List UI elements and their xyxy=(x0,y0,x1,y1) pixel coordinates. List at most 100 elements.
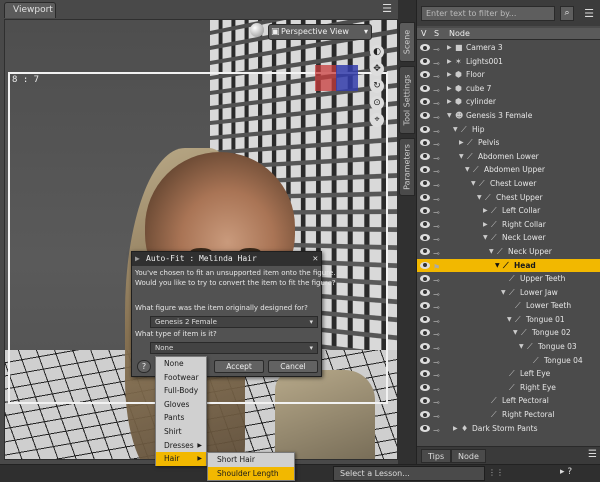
frame-icon[interactable]: ⌖ xyxy=(370,113,384,127)
expand-toggle-icon[interactable]: ▼ xyxy=(519,340,524,354)
menu-item-shirt[interactable]: Shirt xyxy=(156,425,206,439)
tree-row[interactable]: ⊸ ▶ ♦ Dark Storm Pants xyxy=(417,422,600,436)
menu-item-footwear[interactable]: Footwear xyxy=(156,371,206,385)
visibility-eye-icon[interactable] xyxy=(420,302,430,309)
visibility-eye-icon[interactable] xyxy=(420,357,430,364)
expand-toggle-icon[interactable]: ▶ xyxy=(453,422,458,436)
expand-toggle-icon[interactable]: ▼ xyxy=(501,286,506,300)
column-node[interactable]: Node xyxy=(449,28,470,39)
expand-toggle-icon[interactable]: ▼ xyxy=(477,191,482,205)
pane-menu-icon[interactable]: ☰ xyxy=(581,6,597,21)
visibility-eye-icon[interactable] xyxy=(420,194,430,201)
expand-toggle-icon[interactable]: ▼ xyxy=(459,150,464,164)
play-icon[interactable]: ▸ xyxy=(560,467,565,477)
tree-row[interactable]: ⊸ ▶ ⬢ cube 7 xyxy=(417,82,600,96)
viewport-menu-icon[interactable]: ☰ xyxy=(380,2,394,16)
visibility-eye-icon[interactable] xyxy=(420,98,430,105)
visibility-eye-icon[interactable] xyxy=(420,343,430,350)
tree-row[interactable]: ⊸ ▶ ⟋ Right Collar xyxy=(417,218,600,232)
visibility-eye-icon[interactable] xyxy=(420,329,430,336)
expand-toggle-icon[interactable]: ▼ xyxy=(453,123,458,137)
help-button[interactable]: ? xyxy=(137,360,151,373)
expand-toggle-icon[interactable]: ▼ xyxy=(447,109,452,123)
search-icon[interactable]: ⌕ xyxy=(560,6,574,21)
expand-toggle-icon[interactable]: ▶ xyxy=(483,218,488,232)
tree-row[interactable]: ⊸ ▶ ⬢ Floor xyxy=(417,68,600,82)
lesson-select[interactable]: Select a Lesson... xyxy=(333,466,485,481)
visibility-eye-icon[interactable] xyxy=(420,166,430,173)
tree-row[interactable]: ⊸ ⟋ Right Pectoral xyxy=(417,408,600,422)
selectable-icon[interactable]: ⊸ xyxy=(433,424,440,438)
help-icon[interactable]: ? xyxy=(567,467,572,477)
close-icon[interactable]: ✕ xyxy=(313,252,318,266)
visibility-eye-icon[interactable] xyxy=(420,370,430,377)
expand-toggle-icon[interactable]: ▶ xyxy=(447,68,452,82)
cancel-button[interactable]: Cancel xyxy=(268,360,318,373)
visibility-eye-icon[interactable] xyxy=(420,275,430,282)
visibility-eye-icon[interactable] xyxy=(420,207,430,214)
tree-row[interactable]: ⊸ ⟋ Left Eye xyxy=(417,367,600,381)
expand-toggle-icon[interactable]: ▼ xyxy=(489,245,494,259)
tree-row[interactable]: ⊸ ⟋ Left Pectoral xyxy=(417,394,600,408)
visibility-eye-icon[interactable] xyxy=(420,397,430,404)
expand-toggle-icon[interactable]: ▶ xyxy=(483,204,488,218)
tree-row[interactable]: ⊸ ⟋ Right Eye xyxy=(417,381,600,395)
visibility-eye-icon[interactable] xyxy=(420,112,430,119)
tree-row[interactable]: ⊸ ▼ ⟋ Neck Lower xyxy=(417,231,600,245)
tab-parameters[interactable]: Parameters xyxy=(399,138,415,196)
expand-toggle-icon[interactable]: ▼ xyxy=(471,177,476,191)
menu-item-pants[interactable]: Pants xyxy=(156,411,206,425)
tab-tips[interactable]: Tips xyxy=(421,449,451,463)
tree-row[interactable]: ⊸ ▼ ⟋ Abdomen Lower xyxy=(417,150,600,164)
tree-row[interactable]: ⊸ ▼ ⟋ Lower Jaw xyxy=(417,286,600,300)
dialog-title-bar[interactable]: ▶ Auto-Fit : Melinda Hair ✕ xyxy=(132,252,321,266)
tree-row[interactable]: ⊸ ▶ ■ Camera 3 xyxy=(417,41,600,55)
tree-row[interactable]: ⊸ ▶ ⟋ Pelvis xyxy=(417,136,600,150)
menu-item-none[interactable]: None xyxy=(156,357,206,371)
visibility-eye-icon[interactable] xyxy=(420,425,430,432)
visibility-eye-icon[interactable] xyxy=(420,44,430,51)
tab-scene[interactable]: Scene xyxy=(399,22,415,62)
tree-row[interactable]: ⊸ ▶ ✶ Lights001 xyxy=(417,55,600,69)
column-selectable[interactable]: S xyxy=(434,28,439,39)
figure-select[interactable]: Genesis 2 Female ▾ xyxy=(150,316,318,328)
menu-item-dresses[interactable]: Dresses ▶ xyxy=(156,439,206,453)
visibility-eye-icon[interactable] xyxy=(420,126,430,133)
visibility-eye-icon[interactable] xyxy=(420,384,430,391)
view-select[interactable]: ▣ Perspective View ▾ xyxy=(268,24,372,40)
expand-toggle-icon[interactable]: ▼ xyxy=(483,231,488,245)
orbit-icon[interactable]: ◐ xyxy=(370,45,384,59)
visibility-eye-icon[interactable] xyxy=(420,180,430,187)
tree-row[interactable]: ⊸ ▼ ⟋ Abdomen Upper xyxy=(417,163,600,177)
visibility-eye-icon[interactable] xyxy=(420,289,430,296)
visibility-eye-icon[interactable] xyxy=(420,411,430,418)
expand-toggle-icon[interactable]: ▶ xyxy=(447,41,452,55)
tree-row[interactable]: ⊸ ▼ ⟋ Chest Upper xyxy=(417,191,600,205)
menu-item-gloves[interactable]: Gloves xyxy=(156,398,206,412)
tree-row[interactable]: ⊸ ▼ ⟋ Tongue 02 xyxy=(417,326,600,340)
view-cube-red-face[interactable] xyxy=(315,65,337,91)
tree-row[interactable]: ⊸ ▼ ⟋ Neck Upper xyxy=(417,245,600,259)
roll-icon[interactable]: ↻ xyxy=(370,79,384,93)
tree-row[interactable]: ⊸ ▼ ⟋ Tongue 01 xyxy=(417,313,600,327)
tree-row[interactable]: ⊸ ▼ ☻ Genesis 3 Female xyxy=(417,109,600,123)
visibility-eye-icon[interactable] xyxy=(420,58,430,65)
draw-style-icon[interactable] xyxy=(250,23,264,37)
expand-toggle-icon[interactable]: ▼ xyxy=(507,313,512,327)
expand-toggle-icon[interactable]: ▼ xyxy=(495,259,500,273)
visibility-eye-icon[interactable] xyxy=(420,221,430,228)
visibility-eye-icon[interactable] xyxy=(420,71,430,78)
tree-row[interactable]: ⊸ ▼ ⟋ Tongue 03 xyxy=(417,340,600,354)
column-visible[interactable]: V xyxy=(421,28,426,39)
visibility-eye-icon[interactable] xyxy=(420,153,430,160)
tree-row[interactable]: ⊸ ⟋ Tongue 04 xyxy=(417,354,600,368)
visibility-eye-icon[interactable] xyxy=(420,85,430,92)
visibility-eye-icon[interactable] xyxy=(420,139,430,146)
filter-input[interactable] xyxy=(421,6,555,21)
menu-item-full-body[interactable]: Full-Body xyxy=(156,384,206,398)
pan-icon[interactable]: ✥ xyxy=(370,62,384,76)
footer-menu-icon[interactable]: ☰ xyxy=(588,449,597,460)
tab-tool-settings[interactable]: Tool Settings xyxy=(399,66,415,134)
menu-item-hair[interactable]: Hair ▶ xyxy=(156,452,206,466)
expand-toggle-icon[interactable]: ▼ xyxy=(465,163,470,177)
